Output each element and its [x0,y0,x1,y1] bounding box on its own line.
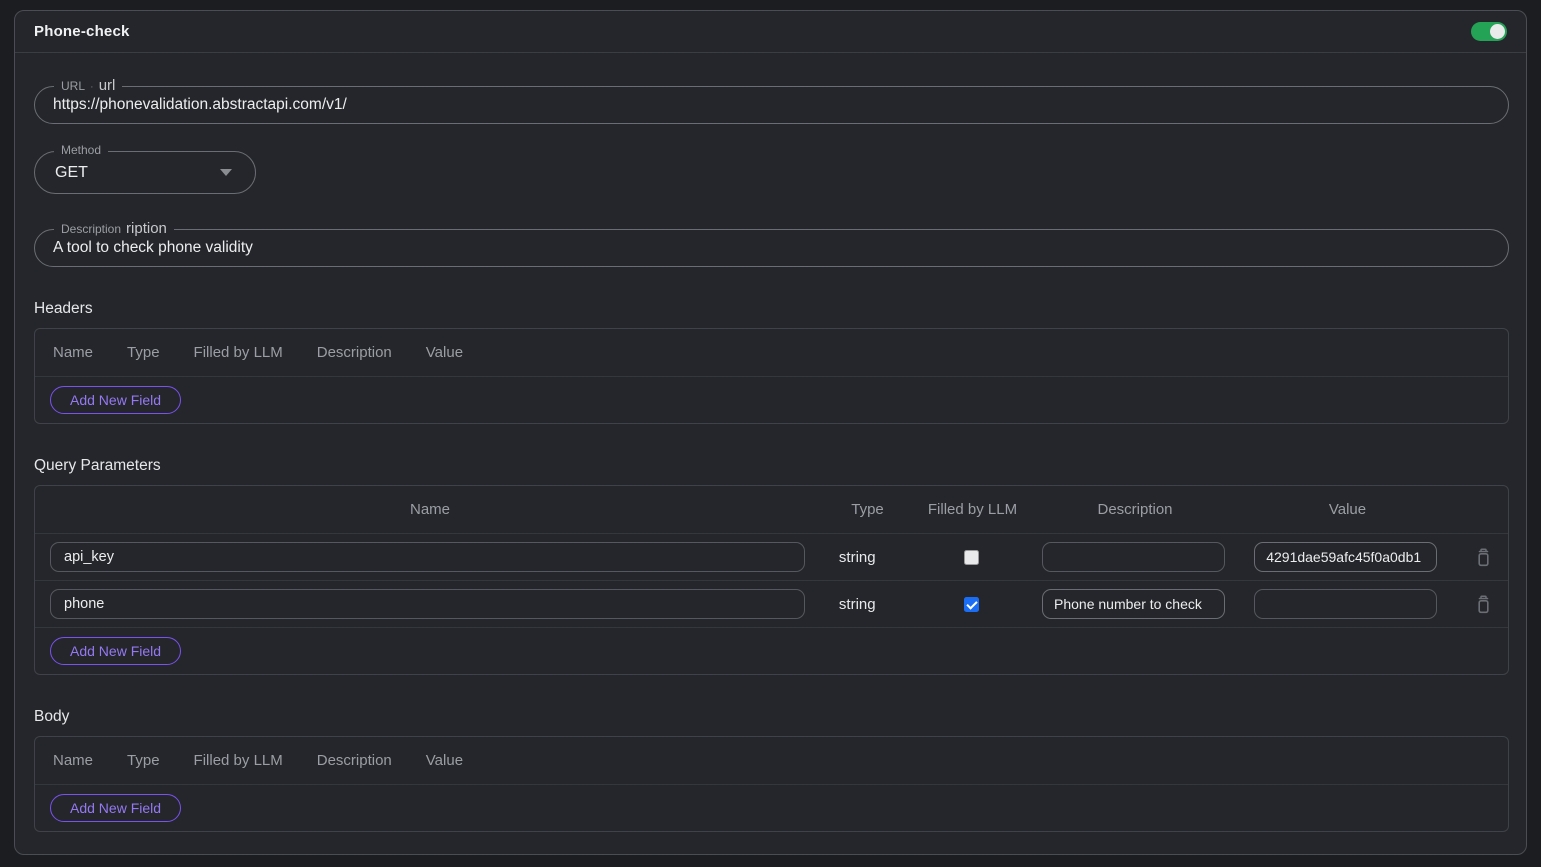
param-llm-cell [909,597,1034,612]
delete-row-button[interactable] [1474,547,1493,568]
body-table: Name Type Filled by LLM Description Valu… [34,736,1509,832]
method-label: Method [54,142,108,159]
url-label-separator: · [90,79,94,96]
param-value-input[interactable] [1254,589,1437,619]
url-input[interactable] [35,96,1508,114]
tool-config-panel: Phone-check URL · url Method GET Descr [14,10,1527,855]
url-field-outline: URL · url [34,86,1509,124]
qp-col-type: Type [825,501,910,518]
body-col-llm: Filled by LLM [194,752,283,769]
panel-content: URL · url Method GET Description ription… [15,86,1526,832]
param-value-cell [1233,589,1458,619]
description-label-overlap: ription [126,220,167,237]
headers-section-title: Headers [34,300,1507,318]
qp-col-description: Description [1035,501,1235,518]
headers-col-name: Name [53,344,93,361]
param-description-cell [1034,589,1234,619]
url-field-label: URL · url [54,77,122,96]
headers-col-type: Type [127,344,160,361]
param-description-cell [1034,542,1234,572]
qp-col-value: Value [1235,501,1460,518]
headers-table: Name Type Filled by LLM Description Valu… [34,328,1509,424]
param-name-cell [35,542,824,572]
qp-col-name: Name [35,501,825,518]
qp-col-llm: Filled by LLM [910,501,1035,518]
param-value-cell [1233,542,1458,572]
param-name-input[interactable] [50,542,805,572]
body-add-new-field-button[interactable]: Add New Field [50,794,181,822]
query-params-section-title: Query Parameters [34,457,1507,475]
table-row: string [35,581,1508,628]
headers-table-head: Name Type Filled by LLM Description Valu… [35,329,1508,377]
toggle-knob-icon [1490,24,1505,39]
body-col-type: Type [127,752,160,769]
body-table-head: Name Type Filled by LLM Description Valu… [35,737,1508,785]
param-delete-cell [1458,547,1508,568]
method-select[interactable]: Method GET [34,151,256,194]
url-label-small: URL [61,78,85,95]
headers-add-row: Add New Field [35,377,1508,423]
description-input[interactable] [35,239,1508,257]
body-add-row: Add New Field [35,785,1508,831]
param-value-input[interactable] [1254,542,1437,572]
query-params-add-new-field-button[interactable]: Add New Field [50,637,181,665]
trash-icon [1474,547,1493,568]
url-label-overlap: url [99,77,116,94]
param-type-value: string [824,549,909,566]
description-label-small: Description [61,221,121,238]
param-name-cell [35,589,824,619]
query-params-table: Name Type Filled by LLM Description Valu… [34,485,1509,675]
param-type-value: string [824,596,909,613]
table-row: string [35,534,1508,581]
method-label-text: Method [61,142,101,159]
body-col-value: Value [426,752,463,769]
param-llm-cell [909,550,1034,565]
param-description-input[interactable] [1042,589,1225,619]
delete-row-button[interactable] [1474,594,1493,615]
body-section-title: Body [34,708,1507,726]
filled-by-llm-checkbox[interactable] [964,597,979,612]
query-params-add-row: Add New Field [35,628,1508,674]
panel-header: Phone-check [15,11,1526,53]
description-field-label: Description ription [54,220,174,238]
headers-col-value: Value [426,344,463,361]
param-delete-cell [1458,594,1508,615]
enabled-toggle[interactable] [1471,22,1507,41]
query-params-table-head: Name Type Filled by LLM Description Valu… [35,486,1508,534]
param-name-input[interactable] [50,589,805,619]
body-col-description: Description [317,752,392,769]
headers-col-llm: Filled by LLM [194,344,283,361]
filled-by-llm-checkbox[interactable] [964,550,979,565]
chevron-down-icon [220,169,232,176]
trash-icon [1474,594,1493,615]
description-field-outline: Description ription [34,229,1509,267]
body-col-name: Name [53,752,93,769]
page-title: Phone-check [34,23,130,40]
method-value: GET [55,164,220,182]
param-description-input[interactable] [1042,542,1225,572]
headers-col-description: Description [317,344,392,361]
headers-add-new-field-button[interactable]: Add New Field [50,386,181,414]
